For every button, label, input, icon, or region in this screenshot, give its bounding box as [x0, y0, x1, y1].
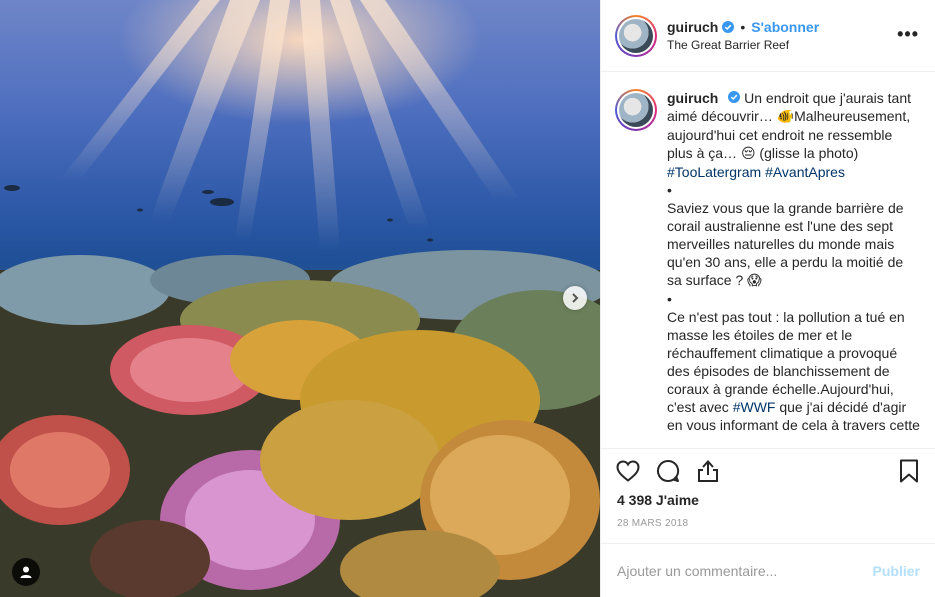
caption-segment: (glisse la photo)	[755, 145, 859, 161]
caption-segment: •	[667, 291, 672, 307]
person-icon	[20, 566, 32, 578]
caption-username-link[interactable]: guiruch	[667, 90, 718, 106]
caption-emoji: 😔	[740, 146, 756, 162]
share-icon[interactable]	[695, 458, 721, 484]
coral-reef	[0, 250, 600, 597]
avatar[interactable]	[615, 14, 657, 57]
caption-body: Un endroit que j'aurais tant aimé découv…	[667, 90, 920, 438]
bookmark-icon[interactable]	[896, 458, 922, 484]
post-date[interactable]: 28 MARS 2018	[617, 518, 688, 529]
caption-area: guiruch Un endroit que j'aurais tant aim…	[601, 73, 935, 438]
verified-badge-icon	[722, 20, 735, 33]
action-bar	[601, 448, 935, 492]
hashtag-link[interactable]: #AvantApres	[765, 164, 845, 180]
caption-segment: •	[667, 182, 672, 198]
comment-icon[interactable]	[655, 458, 681, 484]
avatar-image	[619, 18, 653, 53]
follow-button[interactable]: S'abonner	[751, 18, 819, 36]
separator-dot: •	[740, 18, 746, 35]
post-side-panel: guiruch • S'abonner The Great Barrier Re…	[600, 0, 935, 597]
location-link[interactable]: The Great Barrier Reef	[667, 36, 819, 54]
heart-icon[interactable]	[615, 458, 641, 484]
hashtag-link[interactable]: #TooLatergram	[667, 164, 761, 180]
comment-box: Publier	[601, 543, 935, 597]
avatar-image	[619, 93, 653, 127]
likes-count[interactable]: 4 398 J'aime	[617, 492, 699, 508]
more-options-icon[interactable]: •••	[897, 24, 919, 45]
post-header: guiruch • S'abonner The Great Barrier Re…	[601, 0, 935, 72]
username-link[interactable]: guiruch	[667, 18, 718, 36]
publish-button[interactable]: Publier	[873, 563, 920, 579]
chevron-right-icon	[572, 293, 579, 303]
caption-avatar[interactable]	[615, 89, 657, 131]
comment-input[interactable]	[617, 562, 873, 579]
caption-text: guiruch Un endroit que j'aurais tant aim…	[667, 89, 920, 438]
caption-emoji: 🐠	[776, 109, 795, 125]
hashtag-link[interactable]: #WWF	[733, 399, 776, 415]
caption-segment: Saviez vous que la grande barrière de co…	[667, 200, 904, 288]
next-photo-button[interactable]	[563, 286, 587, 310]
caption-emoji: 😱	[747, 273, 762, 289]
post-photo[interactable]	[0, 0, 600, 597]
verified-badge-icon	[728, 91, 741, 103]
user-tag-icon[interactable]	[12, 558, 40, 586]
